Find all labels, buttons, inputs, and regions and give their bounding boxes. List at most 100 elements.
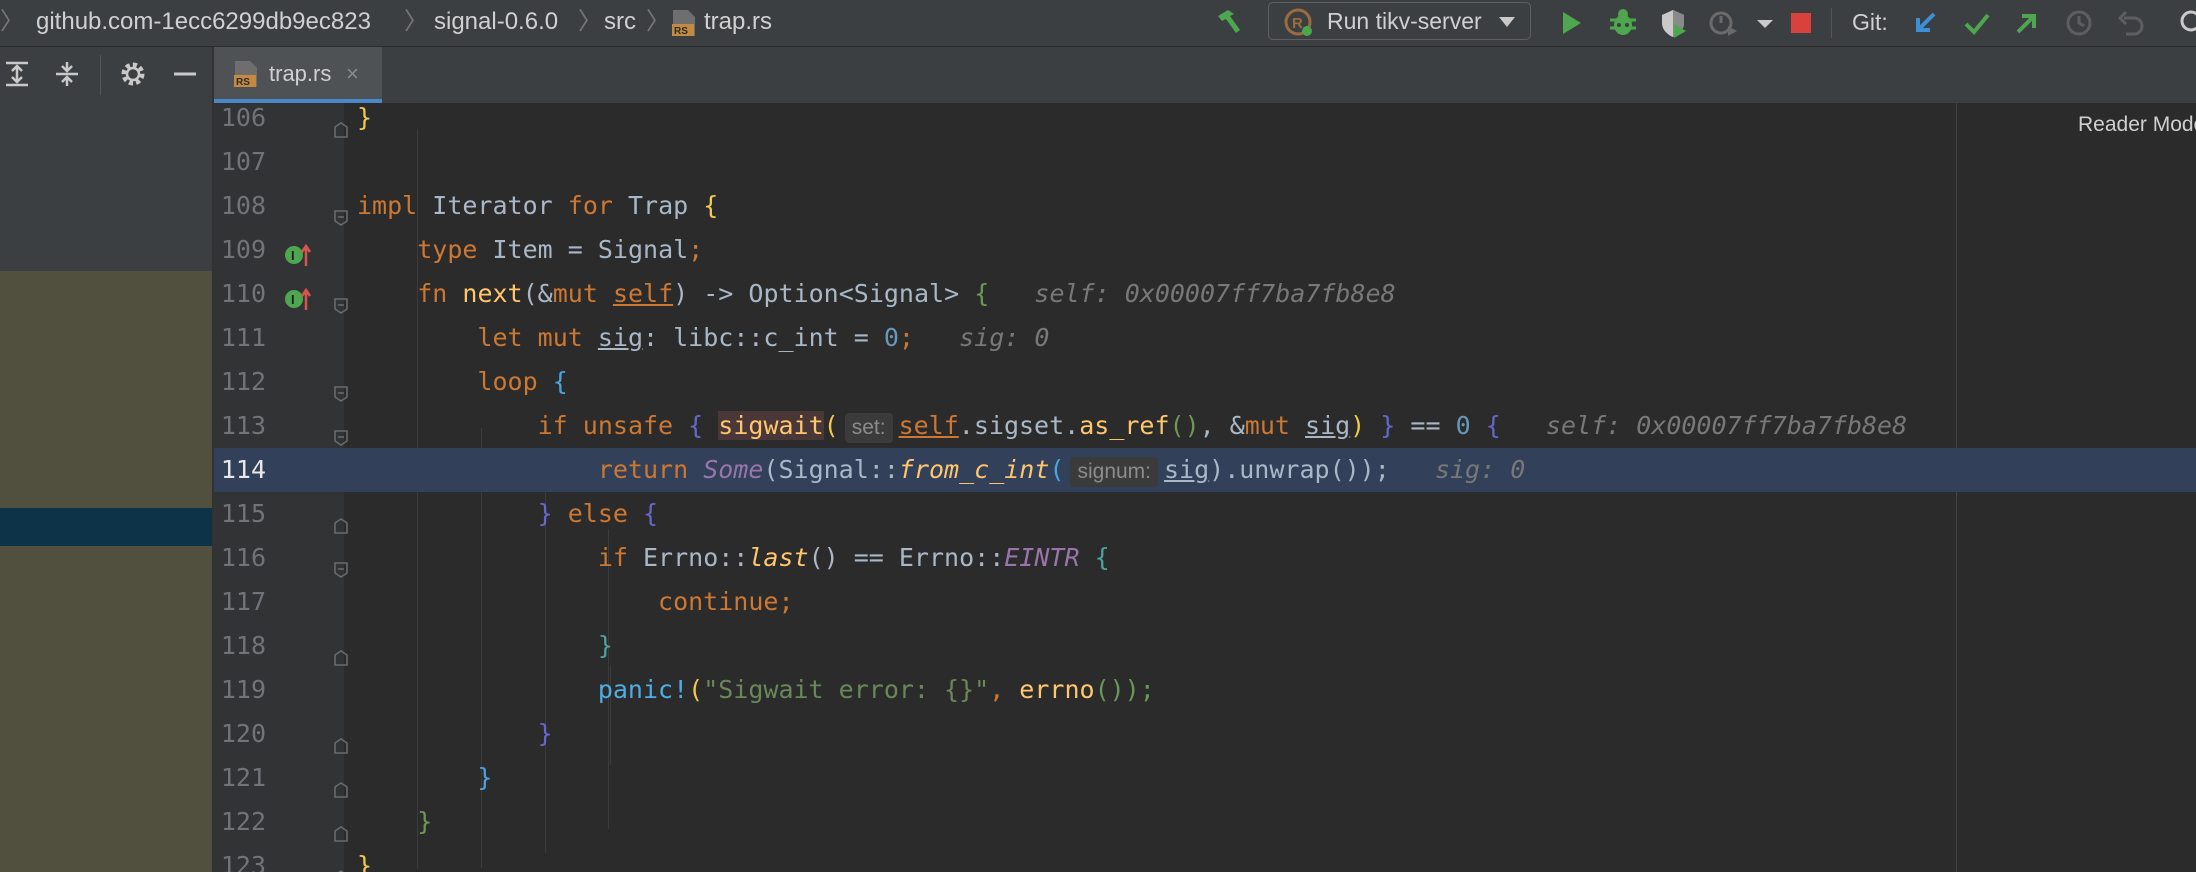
parameter-hint: set: [844,413,893,443]
inline-debug-value: self: 0x00007ff7ba7fb8e8 [1545,411,1908,440]
fold-end-icon[interactable] [333,637,349,666]
minimize-icon[interactable] [170,59,200,89]
line-number: 114 [220,455,266,484]
svg-text:I: I [291,292,295,307]
stop-icon[interactable] [1784,6,1818,40]
line-number: 111 [220,323,266,352]
code-text: fn next(&mut self) -> Option<Signal> { s… [417,279,1396,308]
svg-text:I: I [291,248,295,263]
chevron-down-icon [1497,15,1517,29]
breadcrumb-separator: 〉 [404,8,428,35]
code-text: if Errno::last() == Errno::EINTR { [597,543,1110,572]
code-line[interactable]: 112 loop { [214,360,2196,404]
more-icon[interactable] [1748,6,1782,40]
hammer-icon[interactable] [1212,6,1246,40]
fold-start-icon[interactable] [333,285,349,314]
rust-run-config-icon: R [1283,7,1313,37]
fold-end-icon[interactable] [333,769,349,798]
line-number: 116 [220,543,266,572]
search-icon[interactable] [2174,6,2196,40]
line-number: 120 [220,719,266,748]
line-number: 122 [220,807,266,836]
gear-icon[interactable] [118,59,148,89]
close-icon[interactable]: × [346,59,359,89]
code-text: } [477,763,493,792]
line-number: 108 [220,191,266,220]
current-execution-line[interactable]: 114 return Some(Signal::from_c_int(signu… [214,448,2196,492]
project-tool-window [0,47,212,872]
code-line[interactable]: 121 } [214,756,2196,800]
rust-file-icon: RS [670,8,698,38]
code-line[interactable]: 116 if Errno::last() == Errno::EINTR { [214,536,2196,580]
run-configuration-label: Run tikv-server [1327,8,1482,34]
tree-selected-row[interactable] [0,508,212,546]
breadcrumb-item-project[interactable]: github.com-1ecc6299db9ec823 [36,6,371,38]
implements-method-icon[interactable]: I [284,282,314,310]
breadcrumb-separator: 〉 [578,8,602,35]
line-number: 115 [220,499,266,528]
profiler-icon[interactable] [1706,6,1740,40]
code-line[interactable]: 120 } [214,712,2196,756]
rust-file-icon: RS [232,59,260,89]
line-number: 106 [220,103,266,132]
code-line[interactable]: 109 I type Item = Signal; [214,228,2196,272]
line-number: 112 [220,367,266,396]
code-line[interactable]: 108 impl Iterator for Trap { [214,184,2196,228]
implements-trait-icon[interactable]: I [284,238,314,266]
breadcrumb-leading-separator: 〉 [0,8,24,35]
run-icon[interactable] [1554,6,1588,40]
toolbar-divider [100,55,101,95]
fold-start-icon[interactable] [333,373,349,402]
fold-start-icon[interactable] [333,417,349,446]
code-text: type Item = Signal; [417,235,704,264]
svg-text:RS: RS [236,77,250,88]
fold-start-icon[interactable] [333,197,349,226]
inline-debug-value: sig: 0 [1434,455,1526,484]
coverage-icon[interactable] [1656,6,1690,40]
fold-start-icon[interactable] [333,549,349,578]
code-line[interactable]: 111 let mut sig: libc::c_int = 0; sig: 0 [214,316,2196,360]
line-number: 121 [220,763,266,792]
run-configuration-selector[interactable]: R Run tikv-server [1268,2,1531,40]
code-line[interactable]: 119 panic!("Sigwait error: {}", errno())… [214,668,2196,712]
parameter-hint: signum: [1070,457,1158,487]
debug-icon[interactable] [1606,6,1640,40]
code-line[interactable]: 122 } [214,800,2196,844]
code-text: } [357,103,373,132]
fold-start-icon[interactable] [333,505,349,534]
collapse-all-icon[interactable] [52,59,82,89]
fold-end-icon[interactable] [333,857,349,872]
fold-end-icon[interactable] [333,725,349,754]
tab-trap-rs[interactable]: RS trap.rs × [214,47,382,103]
git-history-icon[interactable] [2062,6,2096,40]
code-line[interactable]: 118 } [214,624,2196,668]
git-update-icon[interactable] [1908,6,1942,40]
code-text: } else { [537,499,659,528]
code-text: continue; [658,587,794,616]
breadcrumb-item-crate[interactable]: signal-0.6.0 [434,6,558,38]
breadcrumb-item-folder[interactable]: src [604,6,636,38]
code-text: } [417,807,433,836]
git-push-icon[interactable] [2010,6,2044,40]
expand-all-icon[interactable] [2,59,32,89]
code-line[interactable]: 123 } [214,844,2196,872]
code-text: return Some(Signal::from_c_int(signum: si… [357,448,1525,492]
code-text: } [537,719,553,748]
line-number: 113 [220,411,266,440]
code-line[interactable]: 113 if unsafe { sigwait(set: self.sigset.… [214,404,2196,448]
code-line[interactable]: 107 [214,140,2196,184]
fold-end-icon[interactable] [333,813,349,842]
code-line[interactable]: 106 } [214,103,2196,140]
breadcrumb-item-file[interactable]: trap.rs [704,6,772,38]
code-line[interactable]: 117 continue; [214,580,2196,624]
git-commit-icon[interactable] [1960,6,1994,40]
line-number: 110 [220,279,266,308]
code-line[interactable]: 110 I fn next(&mut self) -> Option<Signa… [214,272,2196,316]
inline-debug-value: sig: 0 [959,323,1050,352]
fold-end-icon[interactable] [333,109,349,138]
code-editor[interactable]: Reader Mode 106 } 107 108 impl Iterator … [214,103,2196,872]
git-rollback-icon[interactable] [2114,6,2148,40]
breadcrumb-separator: 〉 [646,8,670,35]
git-label: Git: [1852,9,1888,35]
code-line[interactable]: 115 } else { [214,492,2196,536]
